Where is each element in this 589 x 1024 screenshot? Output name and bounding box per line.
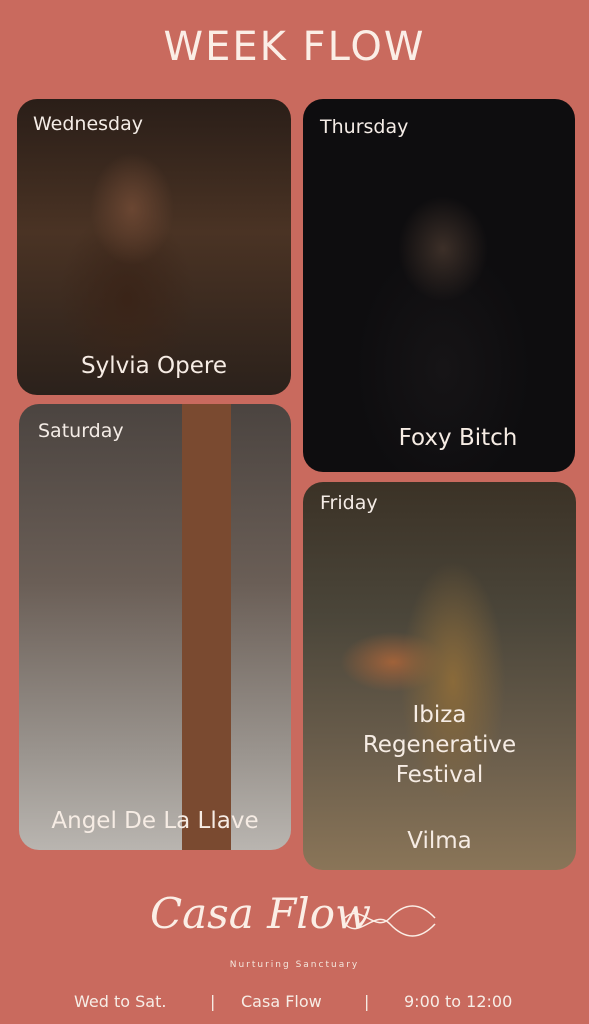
- artist-photo: [303, 99, 575, 472]
- artist-photo: [19, 404, 291, 850]
- event-title-line: Festival: [395, 762, 484, 788]
- artist-photo: [303, 482, 576, 870]
- event-title-line: Regenerative: [362, 732, 517, 758]
- tagline: Nurturing Sanctuary: [229, 960, 360, 970]
- event-card-wednesday[interactable]: Wednesday Sylvia Opere: [17, 99, 291, 395]
- day-label: Wednesday: [33, 113, 144, 135]
- casa-flow-logo: Casa Flow: [150, 889, 436, 938]
- event-card-thursday[interactable]: Thursday Foxy Bitch: [303, 99, 575, 472]
- artist-name: Angel De La Llave: [51, 808, 259, 834]
- footer-separator: |: [364, 992, 370, 1011]
- event-card-saturday[interactable]: Saturday Angel De La Llave: [19, 404, 291, 850]
- footer-days: Wed to Sat.: [74, 992, 167, 1011]
- event-title: Ibiza Regenerative Festival: [303, 700, 576, 790]
- artist-name: Vilma: [407, 828, 472, 854]
- footer-hours: 9:00 to 12:00: [404, 992, 513, 1011]
- artist-name: Sylvia Opere: [81, 353, 227, 379]
- day-label: Friday: [320, 492, 378, 514]
- footer-separator: |: [210, 992, 216, 1011]
- day-label: Saturday: [38, 420, 124, 442]
- brand-logo: Casa Flow: [140, 880, 450, 960]
- artist-photo: [17, 99, 291, 395]
- logo-text: Casa Flow: [150, 889, 371, 938]
- event-title-line: Ibiza: [412, 702, 467, 728]
- day-label: Thursday: [320, 116, 409, 138]
- artist-name: Foxy Bitch: [398, 425, 518, 451]
- event-card-friday[interactable]: Friday Ibiza Regenerative Festival Vilma: [303, 482, 576, 870]
- page-title: WEEK FLOW: [163, 24, 426, 70]
- footer-venue: Casa Flow: [241, 992, 322, 1011]
